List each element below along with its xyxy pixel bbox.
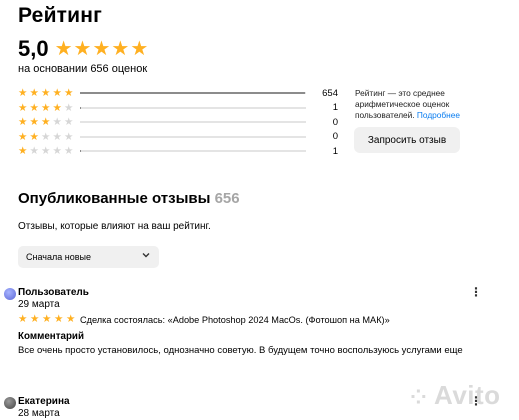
star-icon: ★ — [54, 38, 73, 60]
rating-bar-row: ★ ★ ★ ★ ★ 1 — [18, 144, 338, 159]
star-icon: ★ — [29, 145, 39, 157]
row-stars: ★ ★ ★ ★ ★ — [18, 146, 76, 157]
chevron-down-icon — [141, 250, 151, 263]
star-icon: ★ — [30, 313, 40, 325]
star-icon: ★ — [52, 87, 62, 99]
star-icon: ★ — [42, 313, 52, 325]
rating-bar-count: 0 — [332, 131, 338, 143]
star-icon: ★ — [29, 130, 39, 143]
avatar[interactable] — [4, 288, 16, 300]
sort-select[interactable]: Сначала новые — [18, 246, 159, 268]
star-icon: ★ — [66, 313, 76, 325]
rating-explanation: Рейтинг — это среднее арифметическое оце… — [355, 88, 485, 121]
average-stars: ★ ★ ★ ★ ★ — [55, 39, 149, 59]
rating-bar-count: 0 — [332, 116, 338, 128]
reviews-count: 656 — [214, 190, 240, 207]
rating-bar — [80, 121, 306, 124]
reviewer-name[interactable]: Екатерина — [18, 396, 70, 407]
reviews-subtitle: Отзывы, которые влияют на ваш рейтинг. — [18, 221, 211, 232]
star-icon: ★ — [18, 101, 28, 114]
review-stars: ★ ★ ★ ★ ★ — [18, 314, 78, 325]
star-icon: ★ — [111, 38, 130, 60]
rating-bar-count: 1 — [332, 102, 338, 114]
star-icon: ★ — [52, 116, 62, 128]
star-icon: ★ — [41, 87, 51, 99]
review-date: 29 марта — [18, 299, 60, 310]
star-icon: ★ — [52, 145, 62, 157]
reviews-title-text: Опубликованные отзывы — [18, 190, 211, 207]
rating-bar — [80, 92, 306, 95]
rating-bar-count: 654 — [322, 87, 338, 99]
more-link[interactable]: Подробнее — [417, 110, 460, 120]
rating-distribution: ★ ★ ★ ★ ★ 654 ★ ★ ★ ★ ★ 1 ★ ★ ★ ★ ★ 0 ★ ★ ★ ★ ★ 0 ★ ★ ★ ★ ★ 1 — [18, 86, 338, 159]
star-icon: ★ — [18, 130, 28, 143]
rating-summary: 5,0 ★ ★ ★ ★ ★ — [18, 36, 148, 62]
page-title: Рейтинг — [18, 4, 103, 27]
star-icon: ★ — [18, 145, 28, 157]
average-score: 5,0 — [18, 36, 49, 61]
star-icon: ★ — [54, 313, 64, 325]
star-icon: ★ — [52, 101, 62, 114]
rating-bar-row: ★ ★ ★ ★ ★ 654 — [18, 86, 338, 101]
star-icon: ★ — [41, 101, 51, 114]
star-icon: ★ — [64, 101, 74, 114]
rating-bar-row: ★ ★ ★ ★ ★ 0 — [18, 115, 338, 130]
reviews-section-title: Опубликованные отзывы 656 — [18, 190, 240, 207]
row-stars: ★ ★ ★ ★ ★ — [18, 88, 76, 99]
star-icon: ★ — [64, 145, 74, 157]
star-icon: ★ — [64, 87, 74, 99]
row-stars: ★ ★ ★ ★ ★ — [18, 130, 76, 143]
rating-bar-fill — [80, 92, 306, 95]
star-icon: ★ — [41, 130, 51, 143]
rating-bar-row: ★ ★ ★ ★ ★ 0 — [18, 130, 338, 145]
star-icon: ★ — [41, 145, 51, 157]
avatar[interactable] — [4, 397, 16, 409]
star-icon: ★ — [29, 87, 39, 99]
ratings-count: на основании 656 оценок — [18, 63, 148, 75]
star-icon: ★ — [29, 116, 39, 128]
rating-bar-count: 1 — [332, 145, 338, 157]
comment-label: Комментарий — [18, 331, 84, 342]
rating-bar — [80, 150, 306, 153]
star-icon: ★ — [41, 116, 51, 128]
review-comment: Все очень просто установилось, однозначн… — [18, 345, 463, 356]
star-icon: ★ — [64, 116, 74, 128]
avito-watermark: ⁘ Avito — [410, 380, 501, 411]
star-icon: ★ — [18, 313, 28, 325]
review-date: 28 марта — [18, 408, 60, 419]
row-stars: ★ ★ ★ ★ ★ — [18, 117, 76, 128]
row-stars: ★ ★ ★ ★ ★ — [18, 101, 76, 114]
review-deal: Сделка состоялась: «Adobe Photoshop 2024… — [80, 315, 390, 325]
request-review-button[interactable]: Запросить отзыв — [354, 127, 460, 153]
star-icon: ★ — [130, 38, 149, 60]
star-icon: ★ — [92, 38, 111, 60]
star-icon: ★ — [18, 116, 28, 128]
star-icon: ★ — [64, 130, 74, 143]
reviewer-name[interactable]: Пользователь — [18, 287, 89, 298]
rating-bar — [80, 106, 306, 109]
rating-bar-row: ★ ★ ★ ★ ★ 1 — [18, 101, 338, 116]
more-vertical-icon[interactable]: ⋮ — [470, 286, 482, 298]
star-icon: ★ — [73, 38, 92, 60]
sort-select-value: Сначала новые — [26, 252, 91, 262]
avito-logo-icon: ⁘ — [410, 387, 428, 409]
star-icon: ★ — [29, 101, 39, 114]
rating-bar — [80, 135, 306, 138]
watermark-text: Avito — [434, 380, 501, 410]
star-icon: ★ — [52, 130, 62, 143]
star-icon: ★ — [18, 87, 28, 99]
